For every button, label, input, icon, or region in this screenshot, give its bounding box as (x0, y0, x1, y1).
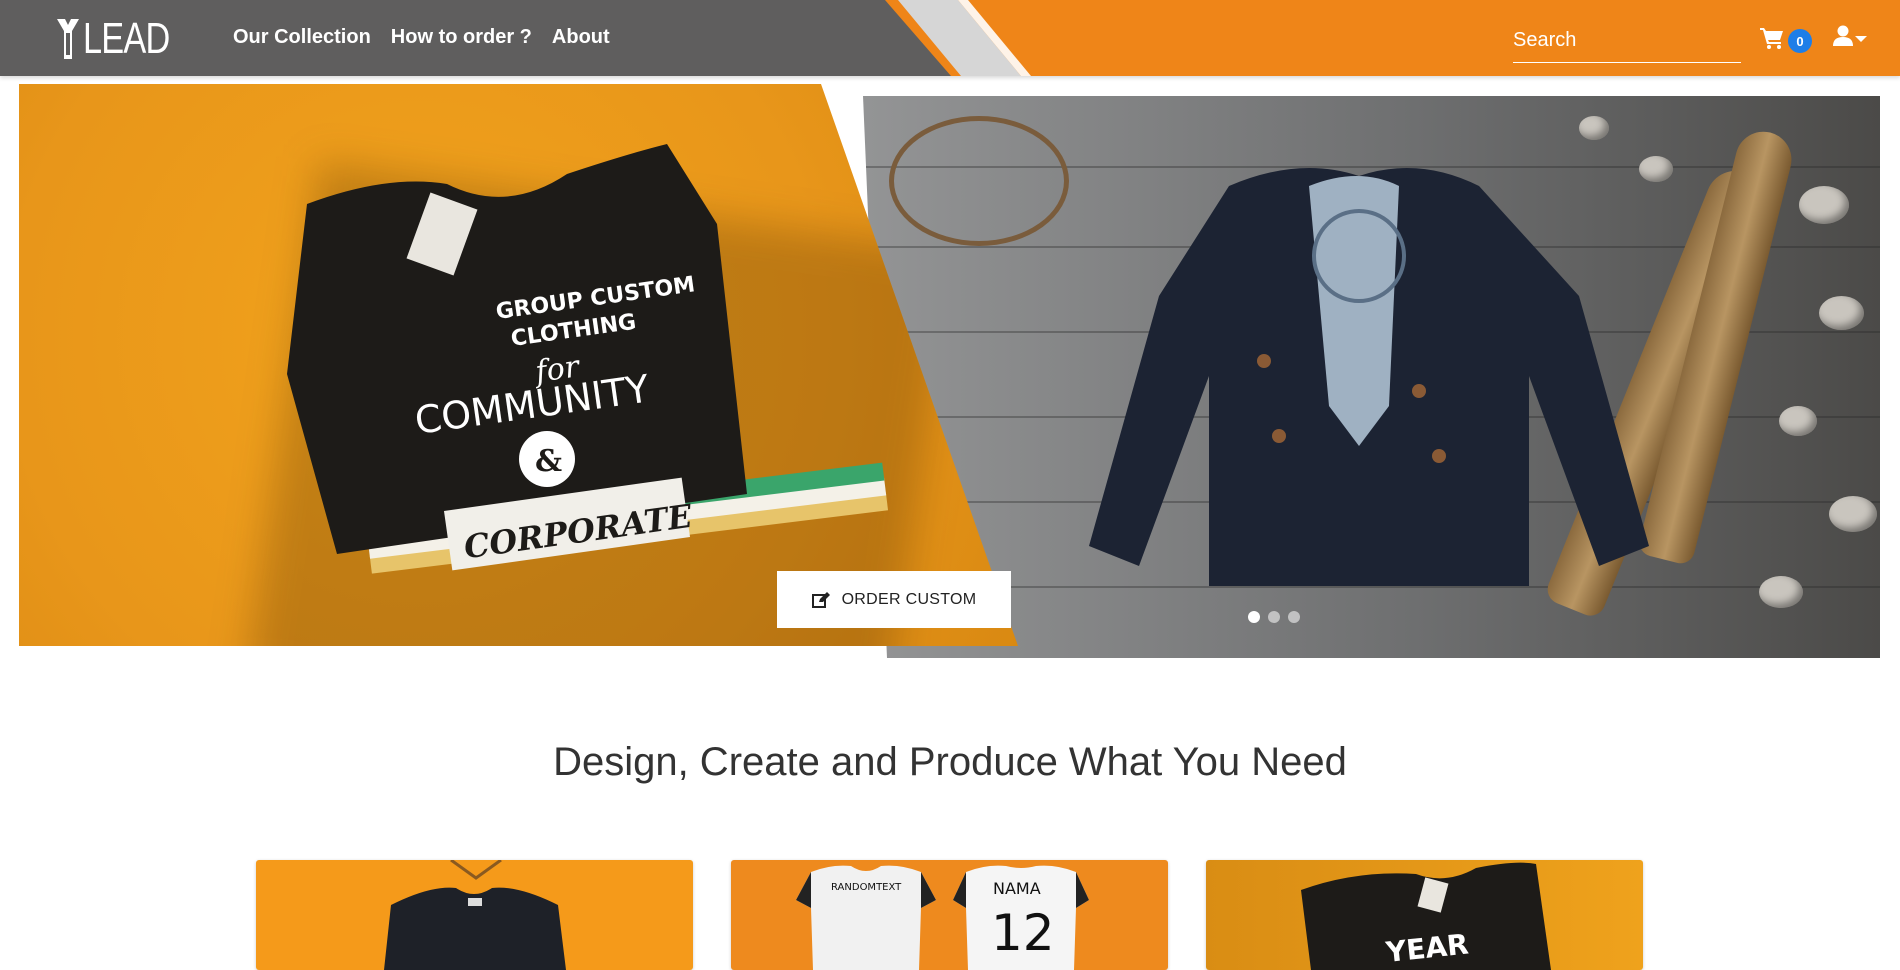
tshirt-illustration: GROUP CUSTOM CLOTHING for COMMUNITY & CO… (287, 144, 747, 571)
logo-mark-icon (57, 19, 79, 59)
order-custom-button[interactable]: ORDER CUSTOM (777, 571, 1011, 628)
carousel-dot-3[interactable] (1288, 611, 1300, 623)
carousel-dot-1[interactable] (1248, 611, 1260, 623)
rock (1819, 296, 1864, 330)
user-menu-button[interactable] (1833, 25, 1873, 51)
search-box (1513, 22, 1741, 63)
jacket-illustration (1089, 168, 1649, 586)
jersey-front-text: RANDOMTEXT (831, 882, 902, 893)
edit-icon (811, 591, 830, 608)
cart-button[interactable]: 0 (1760, 27, 1822, 53)
logo[interactable]: LEAD (55, 17, 194, 61)
rock (1799, 186, 1849, 224)
rock (1779, 406, 1817, 436)
carousel-indicators (1248, 611, 1300, 623)
carousel-dot-2[interactable] (1268, 611, 1280, 623)
navbar: LEAD Our Collection How to order ? About… (0, 0, 1900, 76)
tshirt-print-line5: & (535, 444, 562, 479)
nav-link-our-collection[interactable]: Our Collection (233, 26, 371, 49)
chevron-down-icon (1855, 36, 1867, 42)
nav-link-how-to-order[interactable]: How to order ? (391, 26, 532, 49)
jersey-back-number: 12 (991, 904, 1055, 962)
order-custom-label: ORDER CUSTOM (841, 590, 977, 608)
product-cards: RANDOMTEXT NAMA 12 YEAR (256, 860, 1644, 970)
logo-text: LEAD (83, 14, 170, 63)
cart-count-badge: 0 (1788, 29, 1812, 53)
nav-link-about[interactable]: About (552, 26, 610, 49)
rock (1829, 496, 1877, 532)
search-input[interactable] (1513, 22, 1741, 58)
rope (889, 116, 1069, 246)
nav-links: Our Collection How to order ? About (233, 26, 610, 49)
jersey-back-name: NAMA (993, 879, 1041, 898)
rock (1579, 116, 1609, 140)
user-icon (1833, 25, 1853, 46)
hero-carousel: GROUP CUSTOM CLOTHING for COMMUNITY & CO… (19, 84, 1880, 658)
cart-icon (1760, 28, 1783, 49)
section-title: Design, Create and Produce What You Need (553, 740, 1347, 784)
rock (1759, 576, 1803, 608)
